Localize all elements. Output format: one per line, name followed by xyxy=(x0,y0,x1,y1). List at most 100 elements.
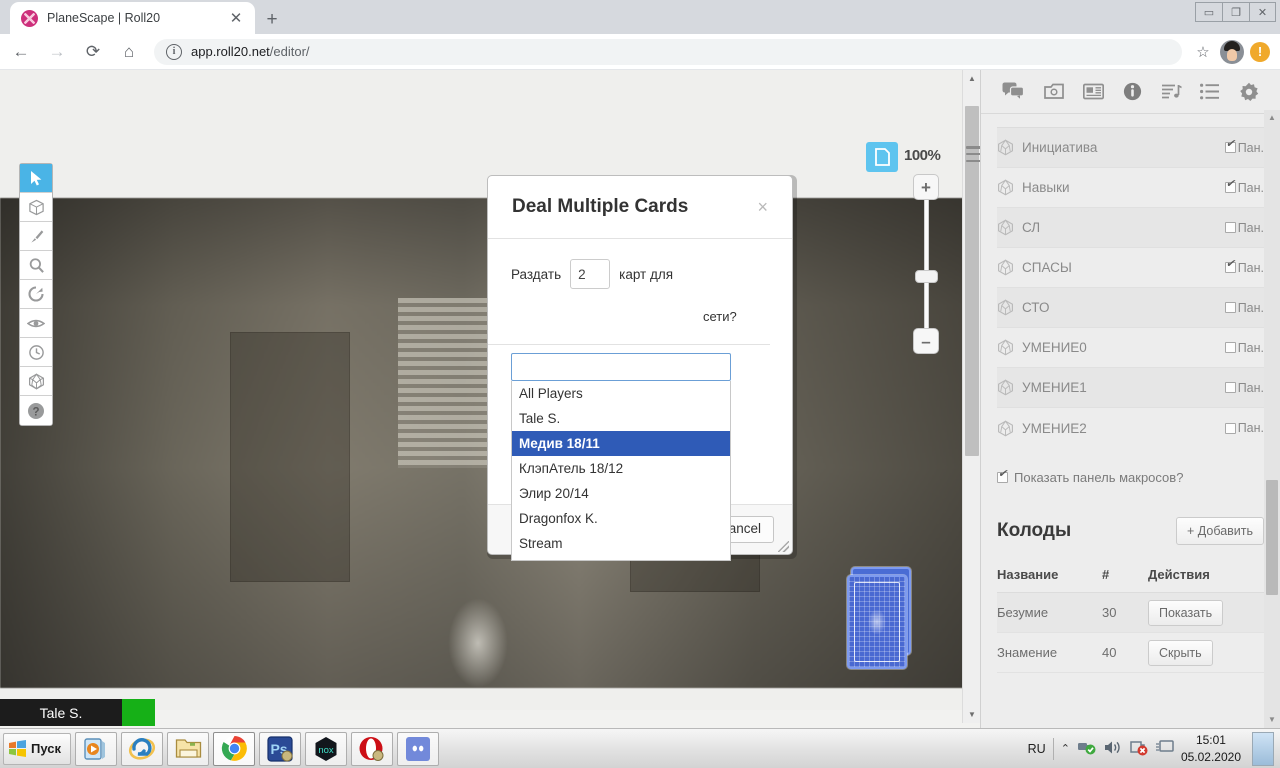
macro-panel-toggle[interactable]: Пан. xyxy=(1224,221,1264,235)
macro-panel-toggle[interactable]: Пан. xyxy=(1224,139,1264,155)
macro-panel-toggle[interactable]: Пан. xyxy=(1224,341,1264,355)
d20-tool[interactable] xyxy=(20,367,52,396)
checkbox-icon[interactable] xyxy=(1224,259,1236,273)
tab-art-library[interactable] xyxy=(1043,83,1065,101)
clock-tool[interactable] xyxy=(20,338,52,367)
language-indicator[interactable]: RU xyxy=(1028,742,1046,756)
recipient-search-input[interactable] xyxy=(511,353,731,381)
zoom-out-button[interactable]: – xyxy=(913,328,939,354)
player-color-swatch[interactable] xyxy=(122,699,155,726)
macro-list-item[interactable]: СТО Пан. xyxy=(997,288,1264,328)
page-icon[interactable] xyxy=(866,142,898,172)
list-item[interactable]: Stream xyxy=(512,531,730,556)
reload-icon[interactable]: ⟳ xyxy=(78,37,108,67)
taskbar-file-explorer[interactable] xyxy=(167,731,209,766)
macro-list-item[interactable]: УМЕНИЕ0 Пан. xyxy=(997,328,1264,368)
macro-list-item[interactable]: УМЕНИЕ1 Пан. xyxy=(997,368,1264,408)
shape-tool[interactable] xyxy=(20,193,52,222)
clock[interactable]: 15:01 05.02.2020 xyxy=(1181,732,1241,764)
list-item[interactable]: All Players xyxy=(512,381,730,406)
sidebar-scrollbar[interactable]: ▲ ▼ xyxy=(1264,110,1280,728)
deck-action-button[interactable]: Показать xyxy=(1148,600,1224,626)
tab-journal[interactable] xyxy=(1083,83,1105,100)
macro-list-item[interactable]: УМЕНИЕ2 Пан. xyxy=(997,408,1264,448)
sidebar-scroll-up-arrow[interactable]: ▲ xyxy=(1264,110,1280,126)
card-count-input[interactable] xyxy=(570,259,611,289)
sidebar-scroll-down-arrow[interactable]: ▼ xyxy=(1264,712,1280,728)
tab-compendium[interactable] xyxy=(1123,82,1142,101)
display-icon[interactable] xyxy=(1155,739,1174,759)
zoom-slider[interactable]: + – xyxy=(913,174,939,354)
macro-panel-toggle[interactable]: Пан. xyxy=(1224,381,1264,395)
zoom-in-button[interactable]: + xyxy=(913,174,939,200)
macro-panel-toggle[interactable]: Пан. xyxy=(1224,179,1264,195)
hamburger-icon[interactable] xyxy=(966,146,980,162)
tab-chat[interactable] xyxy=(1002,82,1025,101)
card-token[interactable] xyxy=(845,567,911,669)
macro-list-item[interactable]: СЛ Пан. xyxy=(997,208,1264,248)
checkbox-icon[interactable] xyxy=(1224,139,1236,153)
browser-menu-icon[interactable]: ! xyxy=(1250,41,1270,62)
list-item-selected[interactable]: Медив 18/11 xyxy=(512,431,730,456)
taskbar-discord[interactable] xyxy=(397,731,439,766)
select-tool[interactable] xyxy=(20,164,52,193)
resize-handle[interactable] xyxy=(778,541,789,552)
address-bar[interactable]: i app.roll20.net/editor/ xyxy=(154,38,1182,65)
checkbox-icon[interactable] xyxy=(1224,302,1236,313)
forward-icon[interactable]: → xyxy=(42,37,72,67)
tab-jukebox[interactable] xyxy=(1161,83,1182,101)
bookmark-star-icon[interactable]: ☆ xyxy=(1190,39,1216,65)
tab-settings[interactable] xyxy=(1239,82,1259,102)
volume-icon[interactable] xyxy=(1103,739,1122,759)
close-icon[interactable]: × xyxy=(757,198,768,216)
close-window-icon[interactable]: ✕ xyxy=(1249,2,1276,22)
taskbar-chrome[interactable] xyxy=(213,731,255,766)
tray-expand-icon[interactable]: ⌃ xyxy=(1061,742,1070,755)
checkbox-icon[interactable] xyxy=(1224,342,1236,353)
avatar[interactable] xyxy=(1220,39,1244,64)
question-tool[interactable]: ? xyxy=(20,396,52,425)
list-item[interactable]: Элир 20/14 xyxy=(512,481,730,506)
show-desktop-button[interactable] xyxy=(1252,731,1274,766)
checkbox-icon[interactable] xyxy=(997,469,1008,483)
back-icon[interactable]: ← xyxy=(6,37,36,67)
add-deck-button[interactable]: + Добавить xyxy=(1175,517,1264,545)
list-item[interactable]: Tale S. xyxy=(512,406,730,431)
tab-macros[interactable] xyxy=(1200,83,1220,100)
recipient-option-list[interactable]: All Players Tale S. Медив 18/11 КлэпАтел… xyxy=(511,381,731,561)
close-icon[interactable]: ✕ xyxy=(225,7,247,29)
table-row[interactable]: Знамение 40 Скрыть xyxy=(997,632,1264,673)
taskbar-internet-explorer[interactable] xyxy=(121,731,163,766)
show-macro-bar-toggle[interactable]: Показать панель макросов? xyxy=(997,469,1264,485)
macro-panel-toggle[interactable]: Пан. xyxy=(1224,301,1264,315)
minimize-icon[interactable]: ▭ xyxy=(1195,2,1222,22)
sidebar-scroll-thumb[interactable] xyxy=(1266,480,1278,595)
zoom-slider-handle[interactable] xyxy=(915,270,938,283)
list-item[interactable]: КлэпАтель 18/12 xyxy=(512,456,730,481)
battery-icon[interactable] xyxy=(1129,739,1148,759)
network-icon[interactable] xyxy=(1077,738,1096,759)
recipient-select[interactable]: All Players Tale S. Медив 18/11 КлэпАтел… xyxy=(511,353,731,561)
checkbox-icon[interactable] xyxy=(1224,422,1236,434)
site-info-icon[interactable]: i xyxy=(166,43,182,60)
deck-action-button[interactable]: Скрыть xyxy=(1148,640,1213,666)
checkbox-icon[interactable] xyxy=(1224,222,1236,233)
taskbar-media-player[interactable] xyxy=(75,731,117,766)
scroll-up-arrow[interactable]: ▲ xyxy=(963,70,981,87)
macro-list-item[interactable]: Инициатива Пан. xyxy=(997,128,1264,168)
table-row[interactable]: Безумие 30 Показать xyxy=(997,592,1264,633)
start-button[interactable]: Пуск xyxy=(3,732,71,765)
home-icon[interactable]: ⌂ xyxy=(114,37,144,67)
list-item[interactable]: Tamara T. xyxy=(512,556,730,560)
macro-list-item[interactable]: СПАСЫ Пан. xyxy=(997,248,1264,288)
scroll-down-arrow[interactable]: ▼ xyxy=(963,706,981,723)
magnifier-tool[interactable] xyxy=(20,251,52,280)
macro-panel-toggle[interactable]: Пан. xyxy=(1224,421,1264,435)
taskbar-nox[interactable]: nox xyxy=(305,731,347,766)
canvas-vertical-scrollbar[interactable]: ▲ ▼ xyxy=(962,70,980,723)
macro-list-item[interactable]: Навыки Пан. xyxy=(997,168,1264,208)
browser-tab[interactable]: PlaneScape | Roll20 ✕ xyxy=(10,2,255,34)
taskbar-photoshop[interactable]: Ps xyxy=(259,731,301,766)
new-tab-button[interactable]: + xyxy=(258,5,286,33)
eye-tool[interactable] xyxy=(20,309,52,338)
